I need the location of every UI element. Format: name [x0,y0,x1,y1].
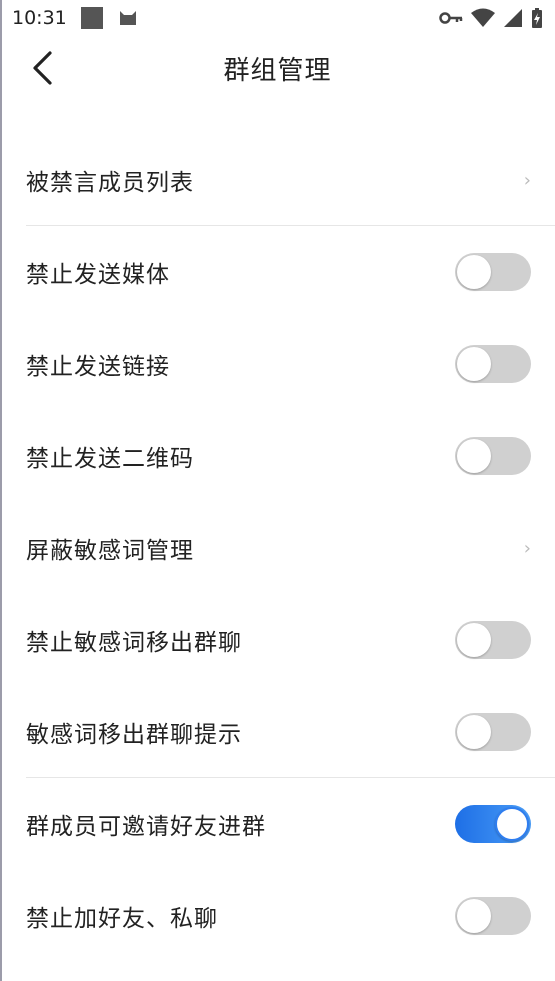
wifi-icon [471,8,495,28]
toggle-knob [495,807,529,841]
row-label: 禁止发送媒体 [26,262,170,288]
page-title: 群组管理 [223,55,332,86]
toggle-knob [457,439,491,473]
toggle-knob [457,623,491,657]
row-label: 群成员可邀请好友进群 [26,814,266,840]
app-bar: 群组管理 [0,36,555,100]
status-right [439,7,543,29]
sensitive-word-remove-notice-toggle[interactable] [455,713,531,751]
forbid-send-links-toggle[interactable] [455,345,531,383]
row-muted-members-list[interactable]: 被禁言成员列表 › [0,134,555,226]
status-bar: 10:31 [0,0,555,36]
forbid-add-friend-toggle[interactable] [455,897,531,935]
toggle-knob [457,255,491,289]
row-label: 屏蔽敏感词管理 [26,538,194,564]
status-left: 10:31 [12,5,139,32]
row-label: 禁止加好友、私聊 [26,906,218,932]
row-label: 禁止发送链接 [26,354,170,380]
back-button[interactable] [22,50,62,90]
row-label: 禁止敏感词移出群聊 [26,630,242,656]
key-icon [439,11,463,25]
forbid-send-media-toggle[interactable] [455,253,531,291]
toggle-knob [457,347,491,381]
row-sensitive-words-manage[interactable]: 屏蔽敏感词管理 › [0,502,555,594]
row-label: 敏感词移出群聊提示 [26,722,242,748]
row-label: 被禁言成员列表 [26,170,194,196]
chevron-left-icon [30,50,54,90]
row-sensitive-word-remove: 禁止敏感词移出群聊 [0,594,555,686]
toggle-knob [457,715,491,749]
row-sensitive-word-remove-notice: 敏感词移出群聊提示 [0,686,555,778]
row-members-can-invite: 群成员可邀请好友进群 [0,778,555,870]
toggle-knob [457,899,491,933]
row-label: 禁止发送二维码 [26,446,194,472]
settings-list: 被禁言成员列表 › 禁止发送媒体 禁止发送链接 禁止发送二维码 屏蔽敏感词管理 … [0,134,555,962]
chevron-right-icon: › [523,169,531,191]
status-time: 10:31 [12,7,67,29]
row-forbid-add-friend-private-chat: 禁止加好友、私聊 [0,870,555,962]
row-forbid-send-links: 禁止发送链接 [0,318,555,410]
row-forbid-send-qrcode: 禁止发送二维码 [0,410,555,502]
cat-notification-icon [117,5,139,32]
square-notification-icon [80,7,103,29]
chevron-right-icon: › [523,537,531,559]
row-forbid-send-media: 禁止发送媒体 [0,226,555,318]
sensitive-word-remove-toggle[interactable] [455,621,531,659]
members-can-invite-toggle[interactable] [455,805,531,843]
battery-charging-icon [531,7,543,29]
forbid-send-qrcode-toggle[interactable] [455,437,531,475]
signal-icon [503,8,523,28]
